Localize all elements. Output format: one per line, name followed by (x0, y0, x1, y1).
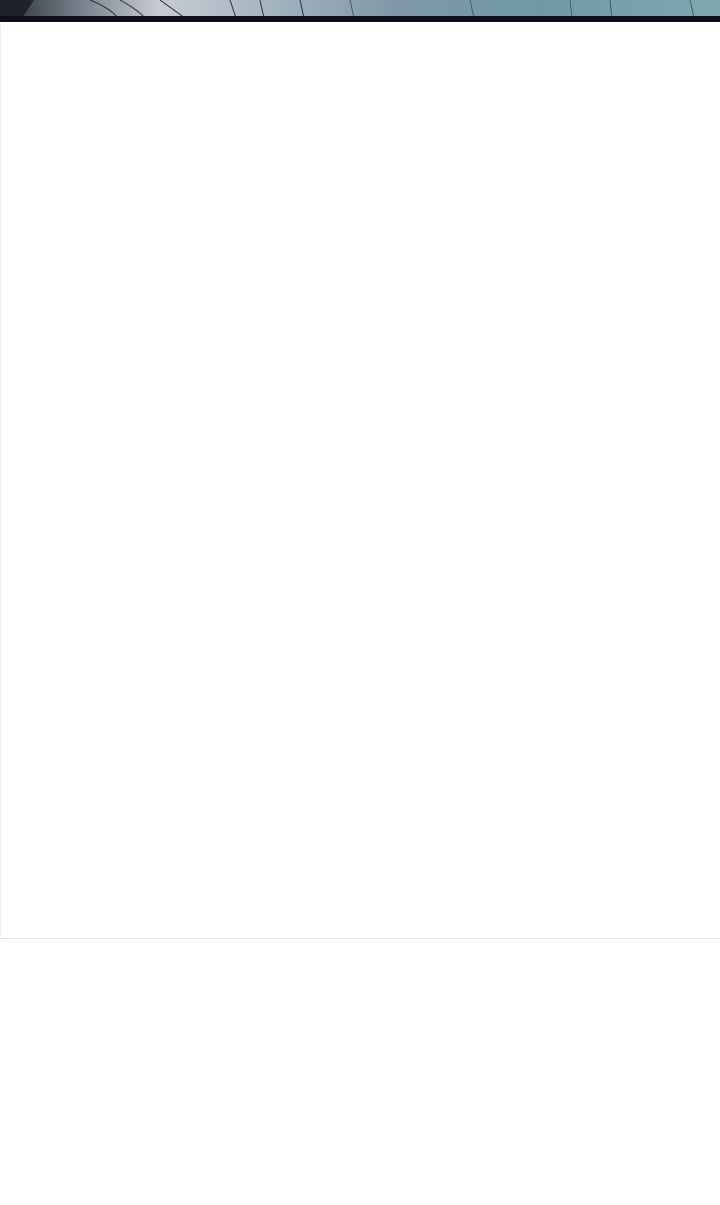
page (0, 0, 720, 1205)
bottom-area (0, 939, 720, 1205)
content-panel (0, 22, 720, 938)
